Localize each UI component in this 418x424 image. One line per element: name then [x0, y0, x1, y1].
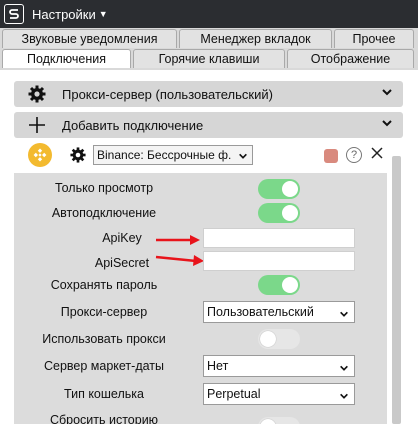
reset-history-label: Сбросить историю [49, 413, 159, 424]
autoconnect-toggle[interactable] [258, 203, 300, 223]
settings-tabs: Звуковые уведомления Менеджер вкладок Пр… [0, 28, 418, 70]
wallet-type-label: Тип кошелька [64, 387, 144, 401]
connections-content: Прокси-сервер (пользовательский) Добавит… [0, 70, 418, 424]
chevron-down-icon [339, 308, 349, 322]
tab-display[interactable]: Отображение [287, 49, 414, 68]
proxy-server-field-label: Прокси-сервер [60, 305, 148, 319]
annotation-arrow-icon [155, 255, 204, 266]
add-connection-label: Добавить подключение [62, 117, 204, 133]
plus-icon [26, 114, 48, 136]
chevron-down-icon[interactable] [381, 117, 393, 132]
connection-settings-panel: Только просмотр Автоподключение ApiKey A… [14, 173, 387, 424]
chevron-down-icon [238, 150, 248, 164]
apisecret-input[interactable] [203, 251, 355, 271]
view-only-label: Только просмотр [54, 181, 154, 195]
binance-logo-icon [28, 143, 52, 167]
connection-select-value: Binance: Бессрочные ф. [97, 148, 232, 162]
market-server-select[interactable]: Нет [203, 355, 355, 377]
connection-select[interactable]: Binance: Бессрочные ф. [93, 145, 253, 165]
apikey-input[interactable] [203, 228, 355, 248]
tab-connections[interactable]: Подключения [2, 49, 131, 68]
chevron-down-icon[interactable] [381, 86, 393, 101]
proxy-server-select[interactable]: Пользовательский [203, 301, 355, 323]
chevron-down-icon [339, 390, 349, 404]
title-menu-caret-icon[interactable]: ▼ [99, 9, 108, 19]
reset-history-toggle[interactable] [258, 417, 300, 424]
wallet-type-select-value: Perpetual [207, 387, 261, 401]
proxy-server-bar[interactable]: Прокси-сервер (пользовательский) [14, 81, 403, 107]
annotation-arrow-icon [156, 235, 200, 245]
proxy-server-label: Прокси-сервер (пользовательский) [62, 86, 273, 102]
window-title[interactable]: Настройки [32, 7, 96, 22]
use-proxy-toggle[interactable] [258, 329, 300, 349]
wallet-type-select[interactable]: Perpetual [203, 383, 355, 405]
chevron-down-icon [339, 362, 349, 376]
close-icon[interactable] [370, 146, 384, 163]
autoconnect-label: Автоподключение [51, 206, 157, 220]
tab-other[interactable]: Прочее [334, 29, 414, 48]
view-only-toggle[interactable] [258, 179, 300, 199]
add-connection-bar[interactable]: Добавить подключение [14, 112, 403, 138]
save-password-label: Сохранять пароль [50, 278, 158, 292]
tab-tab-manager[interactable]: Менеджер вкладок [179, 29, 332, 48]
tab-sound-notifications[interactable]: Звуковые уведомления [2, 29, 177, 48]
status-square-icon[interactable] [324, 149, 338, 163]
help-icon[interactable]: ? [346, 147, 362, 163]
scrollbar[interactable] [392, 156, 401, 424]
title-bar: Настройки ▼ [0, 0, 418, 28]
app-logo-icon [4, 4, 24, 24]
connection-header: Binance: Бессрочные ф. ? [14, 142, 403, 170]
market-server-label: Сервер маркет-даты [43, 359, 165, 373]
proxy-server-select-value: Пользовательский [207, 305, 314, 319]
market-server-select-value: Нет [207, 359, 229, 373]
save-password-toggle[interactable] [258, 275, 300, 295]
use-proxy-label: Использовать прокси [42, 332, 166, 346]
tab-hotkeys[interactable]: Горячие клавиши [133, 49, 285, 68]
gear-icon [26, 83, 48, 105]
connection-settings-gear-icon[interactable] [70, 147, 86, 166]
